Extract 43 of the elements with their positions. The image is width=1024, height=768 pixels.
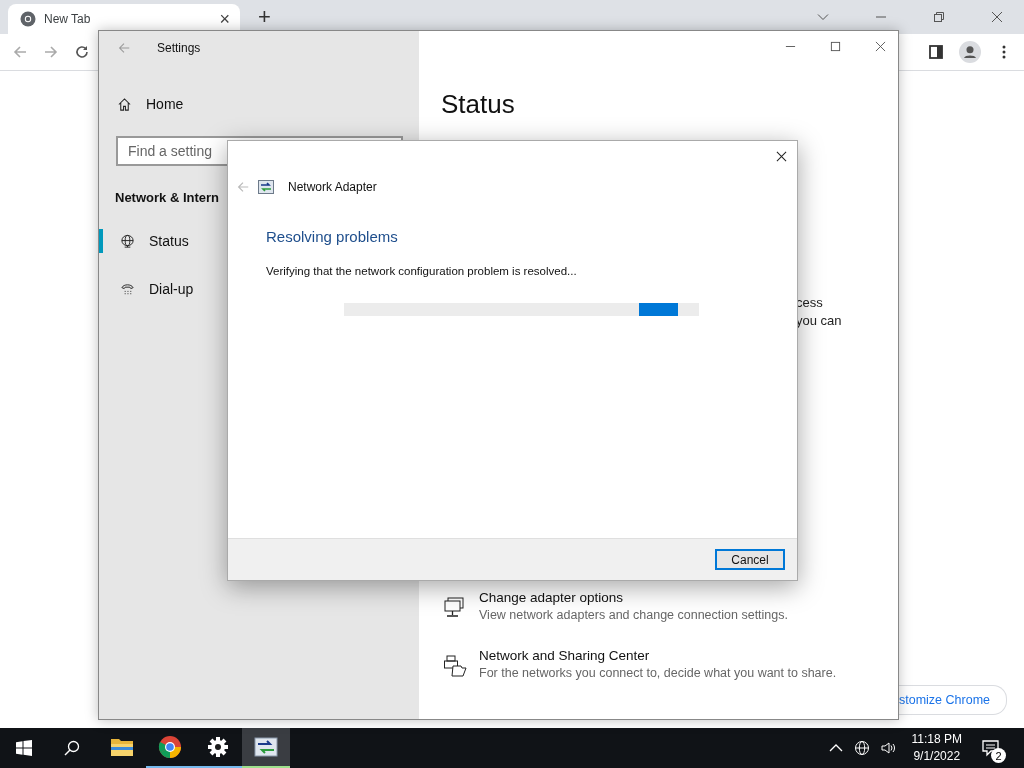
link-description: View network adapters and change connection settings. xyxy=(479,608,788,622)
notification-button[interactable]: 2 xyxy=(976,733,1006,763)
phone-icon xyxy=(120,281,135,297)
globe-icon xyxy=(120,233,135,249)
close-icon[interactable] xyxy=(875,41,886,52)
close-icon[interactable] xyxy=(776,151,787,162)
link-title[interactable]: Network and Sharing Center xyxy=(479,648,837,663)
side-panel-icon[interactable] xyxy=(928,44,944,60)
chrome-icon xyxy=(20,11,36,27)
link-description: For the networks you connect to, decide what you want to share. xyxy=(479,666,837,680)
printer-folder-icon xyxy=(443,654,467,678)
dialog-heading: Resolving problems xyxy=(266,228,399,245)
section-heading: Network & Intern xyxy=(115,190,220,205)
globe-icon[interactable] xyxy=(853,740,870,756)
window-title: Settings xyxy=(157,41,201,55)
clock-date[interactable]: 9/1/2022 xyxy=(913,748,961,765)
gear-icon xyxy=(206,735,230,759)
clock-time[interactable]: 11:18 PM xyxy=(911,731,962,748)
speaker-icon[interactable] xyxy=(879,740,896,756)
reload-icon[interactable] xyxy=(74,44,90,60)
restore-icon[interactable] xyxy=(933,11,945,23)
home-nav-item[interactable]: Home xyxy=(117,94,419,114)
windows-start-icon[interactable] xyxy=(16,740,32,756)
tab-close-button[interactable]: × xyxy=(219,10,230,28)
new-tab-button[interactable]: + xyxy=(258,6,271,28)
monitor-icon xyxy=(443,596,467,620)
cancel-button[interactable]: Cancel xyxy=(715,549,785,570)
search-icon[interactable] xyxy=(64,740,80,756)
house-icon xyxy=(117,96,132,112)
page-title: Status xyxy=(441,89,516,120)
link-title[interactable]: Change adapter options xyxy=(479,590,788,605)
maximize-icon[interactable] xyxy=(830,41,841,52)
network-adapter-icon xyxy=(254,735,278,759)
close-icon[interactable] xyxy=(991,11,1003,23)
nav-item[interactable]: Dial-up xyxy=(99,277,419,301)
tab-title: New Tab xyxy=(44,12,92,26)
browser-tab[interactable]: New Tab × xyxy=(8,4,240,34)
network-adapter-icon xyxy=(258,179,274,195)
chrome-icon xyxy=(158,735,182,759)
status-message: Verifying that the network configuration problem is resolved... xyxy=(266,265,578,277)
profile-icon[interactable] xyxy=(959,41,981,63)
taskbar-app-button[interactable] xyxy=(242,728,290,768)
dialog-title: Network Adapter xyxy=(288,180,377,194)
